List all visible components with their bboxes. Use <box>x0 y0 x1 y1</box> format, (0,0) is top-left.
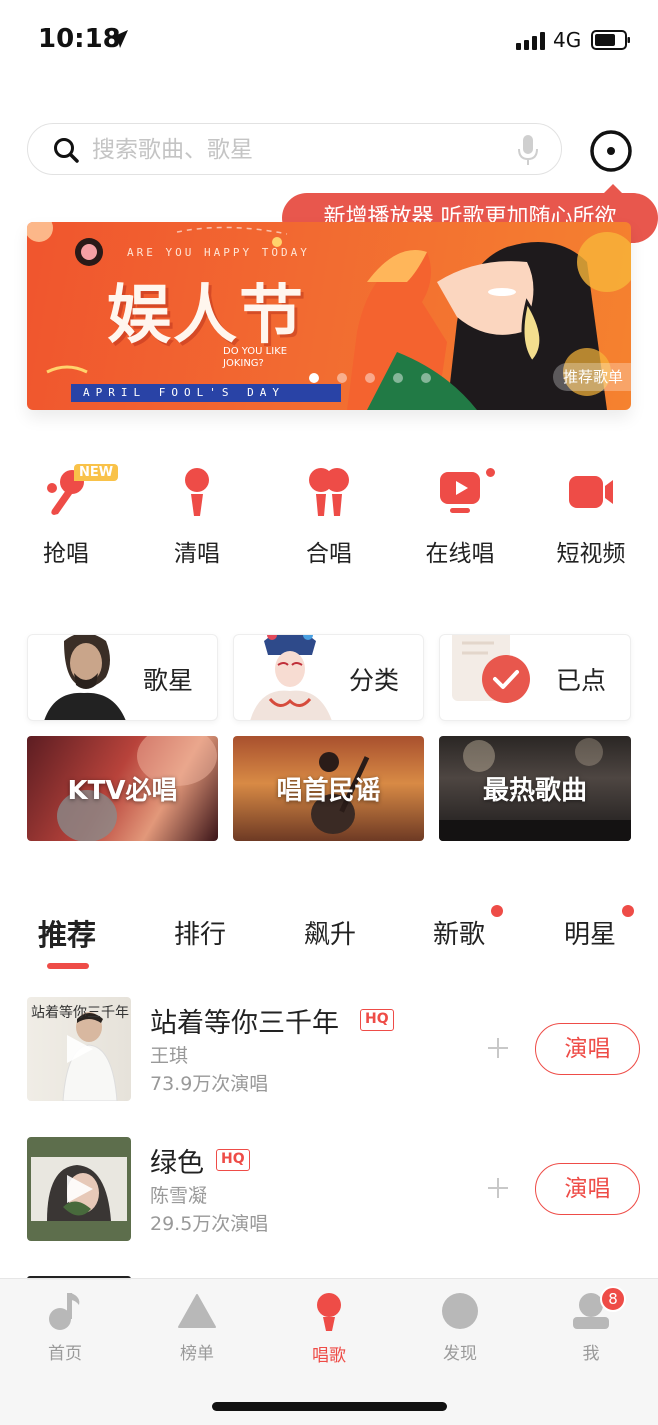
player-disc-icon[interactable] <box>589 129 633 173</box>
banner-subtitle: ARE YOU HAPPY TODAY <box>127 246 310 259</box>
signal-icon <box>516 30 545 50</box>
feature-label: 在线唱 <box>425 541 495 567</box>
video-camera-icon <box>569 476 613 508</box>
voice-search-icon[interactable] <box>517 134 539 166</box>
status-bar: 10:18 4G <box>0 0 658 80</box>
tile-label: 最热歌曲 <box>482 776 587 806</box>
hot-songs-tile[interactable]: 最热歌曲 <box>439 736 631 841</box>
tabbar-label: 唱歌 <box>312 1346 346 1366</box>
tab-dot <box>622 905 634 917</box>
opera-photo <box>250 635 332 720</box>
feature-label: 短视频 <box>556 541 626 567</box>
tabbar-label: 首页 <box>48 1344 82 1364</box>
page-dot <box>393 373 403 383</box>
battery-icon <box>591 30 630 50</box>
feature-label: 清唱 <box>174 541 220 567</box>
cover-text: 站着等你三千年 <box>31 1004 129 1021</box>
search-bar[interactable] <box>27 123 562 175</box>
tabbar-label: 榜单 <box>180 1344 214 1364</box>
song-cover[interactable]: 站着等你三千年 <box>27 997 131 1101</box>
circle-icon <box>442 1293 478 1329</box>
hq-badge: HQ <box>360 1009 394 1031</box>
song-play-count: 29.5万次演唱 <box>150 1213 269 1235</box>
hq-badge: HQ <box>216 1149 250 1171</box>
song-tabs: 推荐 排行 飙升 新歌 明星 <box>0 900 658 980</box>
tab-stars[interactable]: 明星 <box>564 914 616 951</box>
music-note-icon <box>49 1293 80 1330</box>
tabbar-sing[interactable]: 唱歌 <box>279 1291 379 1371</box>
page-dot <box>337 373 347 383</box>
mic-icon <box>317 1293 341 1331</box>
tab-new-songs[interactable]: 新歌 <box>433 914 485 951</box>
feature-label: 合唱 <box>306 541 352 567</box>
ktv-tile[interactable]: KTV必唱 <box>27 736 218 841</box>
tab-dot <box>491 905 503 917</box>
page-dot <box>365 373 375 383</box>
network-type: 4G <box>553 28 582 52</box>
requested-card[interactable]: 已点 <box>439 634 631 721</box>
tabbar-me[interactable]: 我 <box>541 1291 641 1371</box>
card-label: 已点 <box>555 666 606 695</box>
feature-online-sing[interactable]: 在线唱 <box>410 460 510 570</box>
song-play-count: 73.9万次演唱 <box>150 1073 269 1095</box>
banner-page-indicator <box>309 373 431 383</box>
card-label: 分类 <box>348 666 399 695</box>
home-indicator <box>212 1402 447 1411</box>
sing-button[interactable]: 演唱 <box>535 1023 640 1075</box>
tab-recommend[interactable]: 推荐 <box>38 912 96 954</box>
play-icon <box>67 1175 93 1203</box>
banner-small-text: DO YOU LIKE JOKING? <box>223 346 288 369</box>
notification-dot <box>484 466 497 479</box>
live-tv-icon <box>440 472 480 513</box>
new-badge: NEW <box>74 464 119 481</box>
add-icon[interactable] <box>486 1036 510 1060</box>
banner-title: 娱人节 <box>107 279 305 353</box>
feature-solo-sing[interactable]: 清唱 <box>147 460 247 570</box>
tile-label: KTV必唱 <box>67 776 178 806</box>
promo-banner[interactable]: ARE YOU HAPPY TODAY 娱人节 DO YOU LIKE JOKI… <box>27 222 631 410</box>
card-label: 歌星 <box>142 666 193 695</box>
tab-underline <box>47 963 89 969</box>
feature-grid: NEW 抢唱 清唱 合唱 在线唱 短视频 <box>0 460 658 570</box>
location-arrow-icon <box>110 30 128 48</box>
mic-stand-icon <box>185 468 209 516</box>
banner-tag: 推荐歌单 <box>552 363 631 391</box>
search-icon <box>54 138 79 163</box>
notification-count-badge: 8 <box>600 1286 626 1312</box>
singer-photo <box>44 635 126 720</box>
song-artist: 王琪 <box>150 1045 189 1067</box>
duet-icon <box>309 468 349 516</box>
feature-grab-sing[interactable]: NEW 抢唱 <box>16 460 119 570</box>
song-title: 站着等你三千年 <box>150 1008 339 1039</box>
tabbar-discover[interactable]: 发现 <box>410 1291 510 1371</box>
page-dot-active <box>309 373 319 383</box>
song-artist: 陈雪凝 <box>150 1185 208 1207</box>
tile-label: 唱首民谣 <box>276 776 381 806</box>
page-dot <box>421 373 431 383</box>
tabbar-label: 发现 <box>443 1344 477 1364</box>
song-row[interactable]: 绿色 HQ 陈雪凝 29.5万次演唱 演唱 <box>0 1137 658 1243</box>
singers-card[interactable]: 歌星 <box>27 634 218 721</box>
feature-label: 抢唱 <box>43 541 89 567</box>
banner-ribbon: APRIL FOOL'S DAY <box>71 384 341 402</box>
song-title: 绿色 <box>150 1148 204 1179</box>
tab-ranking[interactable]: 排行 <box>174 914 226 951</box>
sing-button[interactable]: 演唱 <box>535 1163 640 1215</box>
genres-card[interactable]: 分类 <box>233 634 424 721</box>
song-cover[interactable] <box>27 1137 131 1241</box>
play-icon <box>67 1035 93 1063</box>
triangle-icon <box>178 1294 216 1328</box>
tabbar-home[interactable]: 首页 <box>15 1291 115 1371</box>
feature-duet[interactable]: 合唱 <box>279 460 379 570</box>
tabbar-charts[interactable]: 榜单 <box>147 1291 247 1371</box>
search-input[interactable] <box>92 134 492 166</box>
add-icon[interactable] <box>486 1176 510 1200</box>
tab-rising[interactable]: 飙升 <box>304 914 356 951</box>
tabbar-label: 我 <box>582 1344 600 1364</box>
folk-tile[interactable]: 唱首民谣 <box>233 736 424 841</box>
feature-short-video[interactable]: 短视频 <box>541 460 641 570</box>
checklist-icon <box>452 635 530 703</box>
song-row[interactable]: 站着等你三千年 站着等你三千年 HQ 王琪 73.9万次演唱 演唱 <box>0 997 658 1103</box>
